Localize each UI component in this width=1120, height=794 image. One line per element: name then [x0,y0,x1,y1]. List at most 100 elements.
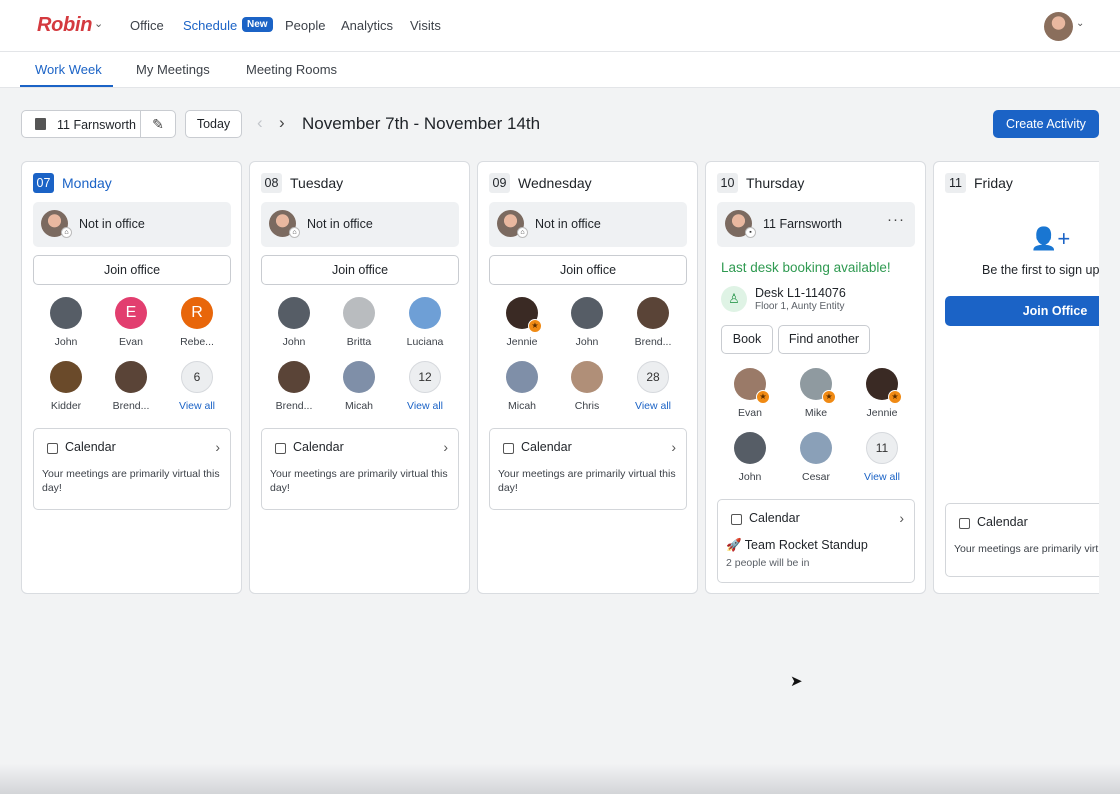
calendar-text: Your meetings are primarily virtual this… [42,468,220,494]
person-name: John [282,336,306,348]
avatar: ★ [800,368,836,404]
person-name: Britta [346,336,372,348]
person-avatar[interactable]: ★ Mike [791,368,841,419]
calendar-card[interactable]: Calendar Your meetings are primarily vir… [945,503,1099,577]
person-avatar[interactable]: ★ Jennie [497,297,547,348]
nav-analytics[interactable]: Analytics [341,18,393,33]
join-office-button[interactable]: Join office [489,255,687,285]
more-count-badge: 6 [181,361,213,393]
person-avatar[interactable]: Britta [334,297,384,348]
book-button[interactable]: Book [721,325,773,354]
meeting-title[interactable]: 🚀 Team Rocket Standup [726,538,868,553]
avatar: R [181,297,213,329]
person-avatar[interactable]: Kidder [41,361,91,412]
calendar-icon [47,443,58,454]
person-avatar[interactable]: Brend... [269,361,319,412]
avatar [278,297,310,329]
person-avatar[interactable]: Brend... [628,297,678,348]
view-all-people[interactable]: 11 View all [857,432,907,483]
person-name: Brend... [112,400,150,412]
sub-tabs: Work Week My Meetings Meeting Rooms [0,52,1120,88]
office-status[interactable]: ⌂ Not in office [33,202,231,247]
logo-chevron-down-icon[interactable]: ⌄ [94,17,103,30]
tab-meeting-rooms[interactable]: Meeting Rooms [246,62,337,77]
calendar-card[interactable]: Calendar › Your meetings are primarily v… [261,428,459,510]
find-another-button[interactable]: Find another [778,325,870,354]
star-icon: ★ [822,390,836,404]
person-avatar[interactable]: John [41,297,91,348]
person-avatar[interactable]: Micah [334,361,384,412]
nav-visits[interactable]: Visits [410,18,441,33]
more-options-icon[interactable]: ··· [887,211,905,228]
view-all-link[interactable]: View all [172,400,222,412]
previous-week-arrow-icon[interactable]: ‹ [257,113,263,133]
person-avatar[interactable]: Cesar [791,432,841,483]
robin-logo[interactable]: Robin [37,14,92,37]
tab-my-meetings[interactable]: My Meetings [136,62,210,77]
user-chevron-down-icon[interactable]: ⌄ [1076,18,1084,29]
calendar-icon [275,443,286,454]
calendar-card[interactable]: Calendar › Your meetings are primarily v… [33,428,231,510]
chevron-right-icon[interactable]: › [443,439,448,455]
join-office-button[interactable]: Join office [261,255,459,285]
view-all-link[interactable]: View all [857,471,907,483]
avatar [637,297,669,329]
avatar [115,361,147,393]
more-count-badge: 28 [637,361,669,393]
office-status[interactable]: ⌂ Not in office [261,202,459,247]
create-activity-button[interactable]: Create Activity [993,110,1099,138]
avatar [506,361,538,393]
view-all-link[interactable]: View all [400,400,450,412]
location-selector[interactable]: 11 Farnsworth [21,110,141,138]
join-office-button[interactable]: Join office [33,255,231,285]
nav-schedule[interactable]: Schedule [183,18,237,33]
today-button[interactable]: Today [185,110,242,138]
view-all-people[interactable]: 6 View all [172,361,222,412]
edit-location-button[interactable]: ✎ [140,110,176,138]
view-all-people[interactable]: 28 View all [628,361,678,412]
person-name: Chris [574,400,600,412]
next-week-arrow-icon[interactable]: › [279,113,285,133]
nav-office[interactable]: Office [130,18,164,33]
person-name: Brend... [634,336,672,348]
star-icon: ★ [888,390,902,404]
chevron-right-icon[interactable]: › [671,439,676,455]
star-icon: ★ [756,390,770,404]
avatar [50,297,82,329]
user-avatar[interactable] [1044,12,1073,41]
view-all-link[interactable]: View all [628,400,678,412]
chevron-right-icon[interactable]: › [899,510,904,526]
desk-location: Floor 1, Aunty Entity [755,301,845,312]
person-avatar[interactable]: John [725,432,775,483]
avatar [343,361,375,393]
chevron-right-icon[interactable]: › [215,439,220,455]
office-status[interactable]: ▪ 11 Farnsworth ··· [717,202,915,247]
person-avatar[interactable]: Chris [562,361,612,412]
calendar-card[interactable]: Calendar › Your meetings are primarily v… [489,428,687,510]
day-name: Friday [974,175,1013,191]
person-avatar[interactable]: John [562,297,612,348]
person-avatar[interactable]: E Evan [106,297,156,348]
person-avatar[interactable]: ★ Evan [725,368,775,419]
join-office-button[interactable]: Join Office [945,296,1099,326]
calendar-card[interactable]: Calendar › 🚀 Team Rocket Standup 2 peopl… [717,499,915,583]
person-avatar[interactable]: Brend... [106,361,156,412]
nav-people[interactable]: People [285,18,325,33]
day-column-monday: 07 Monday ⌂ Not in office Join office Jo… [21,161,242,594]
person-name: John [54,336,78,348]
person-avatar[interactable]: Micah [497,361,547,412]
calendar-title: Calendar [749,511,800,525]
person-avatar[interactable]: John [269,297,319,348]
tab-work-week[interactable]: Work Week [35,62,102,77]
person-avatar[interactable]: Luciana [400,297,450,348]
view-all-people[interactable]: 12 View all [400,361,450,412]
office-status[interactable]: ⌂ Not in office [489,202,687,247]
day-number: 08 [261,173,282,193]
person-avatar[interactable]: R Rebe... [172,297,222,348]
status-text: Not in office [79,217,145,231]
avatar: E [115,297,147,329]
day-column-wednesday: 09 Wednesday ⌂ Not in office Join office… [477,161,698,594]
status-text: Not in office [307,217,373,231]
person-avatar[interactable]: ★ Jennie [857,368,907,419]
day-number: 07 [33,173,54,193]
